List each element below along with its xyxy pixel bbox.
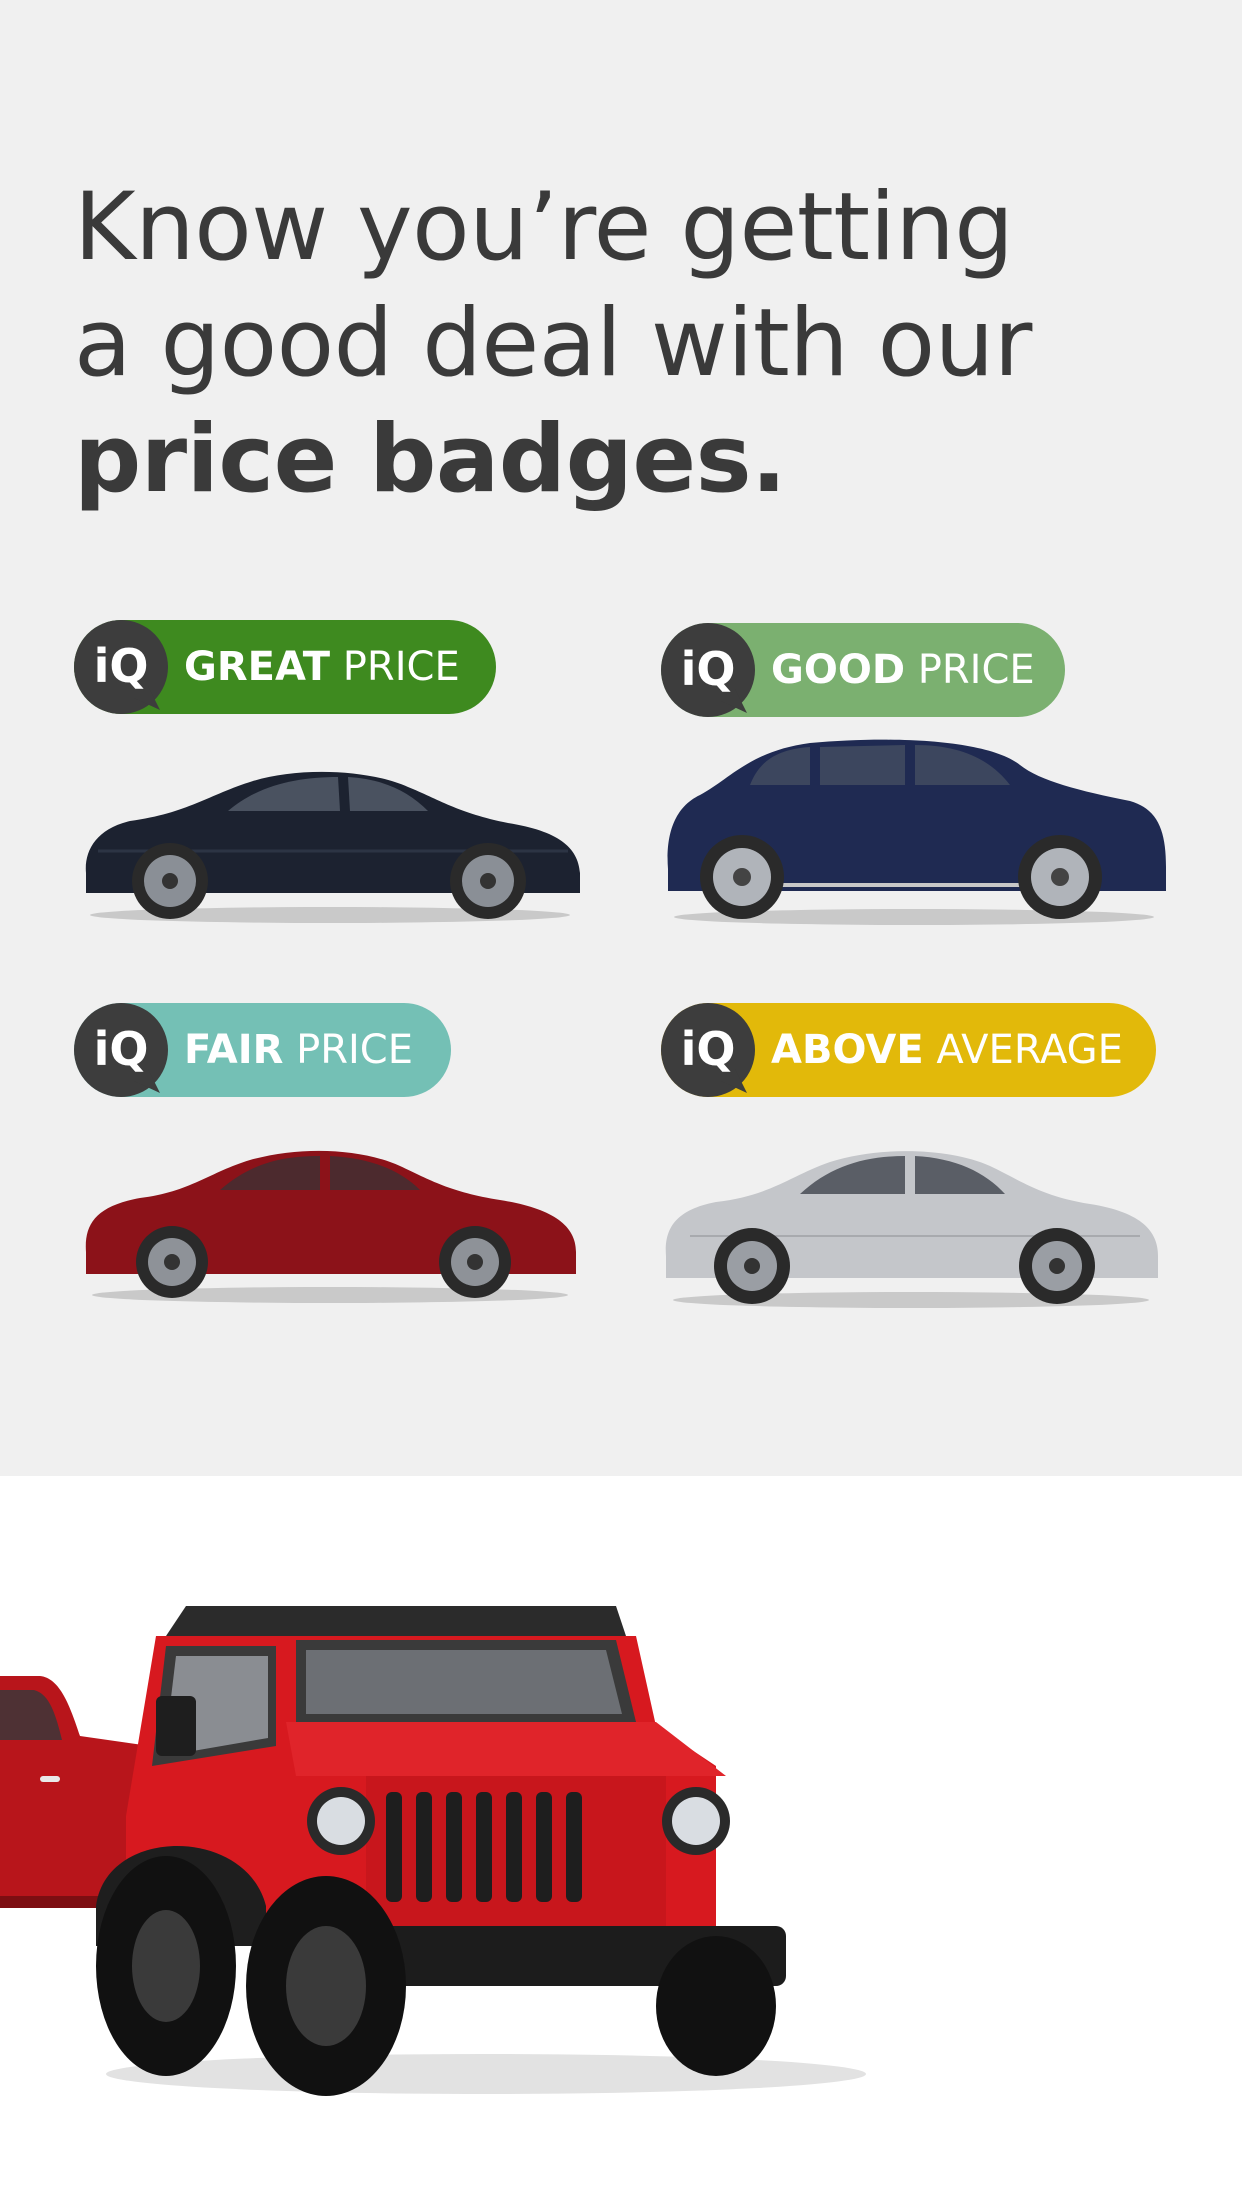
iq-logo-text: iQ (94, 1022, 149, 1076)
hero-vehicles-section (0, 1476, 1242, 2208)
headline-line-1: Know you’re getting (74, 173, 1014, 282)
above-average-badge: iQ ABOVE AVERAGE (661, 1003, 1156, 1097)
iq-logo-icon: iQ (74, 1003, 168, 1097)
red-sedan-image (85, 1150, 576, 1303)
badge-strong-text: FAIR (184, 1027, 284, 1073)
badge-strong-text: ABOVE (771, 1027, 924, 1073)
badge-rest-text: AVERAGE (923, 1027, 1123, 1073)
price-badges-section: Know you’re getting a good deal with our… (0, 0, 1242, 1476)
headline: Know you’re getting a good deal with our… (74, 170, 1174, 518)
iq-logo-icon: iQ (74, 620, 168, 714)
headline-line-2: a good deal with our (74, 289, 1032, 398)
red-jeep-image (96, 1606, 866, 2096)
badge-rest-text: PRICE (330, 644, 460, 690)
dark-sedan-image (85, 771, 580, 923)
badge-strong-text: GOOD (771, 647, 906, 693)
iq-logo-text: iQ (681, 1022, 736, 1076)
silver-sedan-image (665, 1151, 1158, 1308)
iq-logo-text: iQ (94, 639, 149, 693)
badge-rest-text: PRICE (283, 1027, 414, 1073)
badge-strong-text: GREAT (184, 644, 331, 690)
blue-suv-image (667, 739, 1166, 925)
good-price-badge: iQ GOOD PRICE (661, 623, 1065, 717)
great-price-badge: iQ GREAT PRICE (74, 620, 496, 714)
fair-price-badge: iQ FAIR PRICE (74, 1003, 451, 1097)
badge-rest-text: PRICE (905, 647, 1035, 693)
headline-line-3: price badges. (74, 405, 787, 514)
iq-logo-icon: iQ (661, 623, 755, 717)
iq-logo-icon: iQ (661, 1003, 755, 1097)
iq-logo-text: iQ (681, 642, 736, 696)
